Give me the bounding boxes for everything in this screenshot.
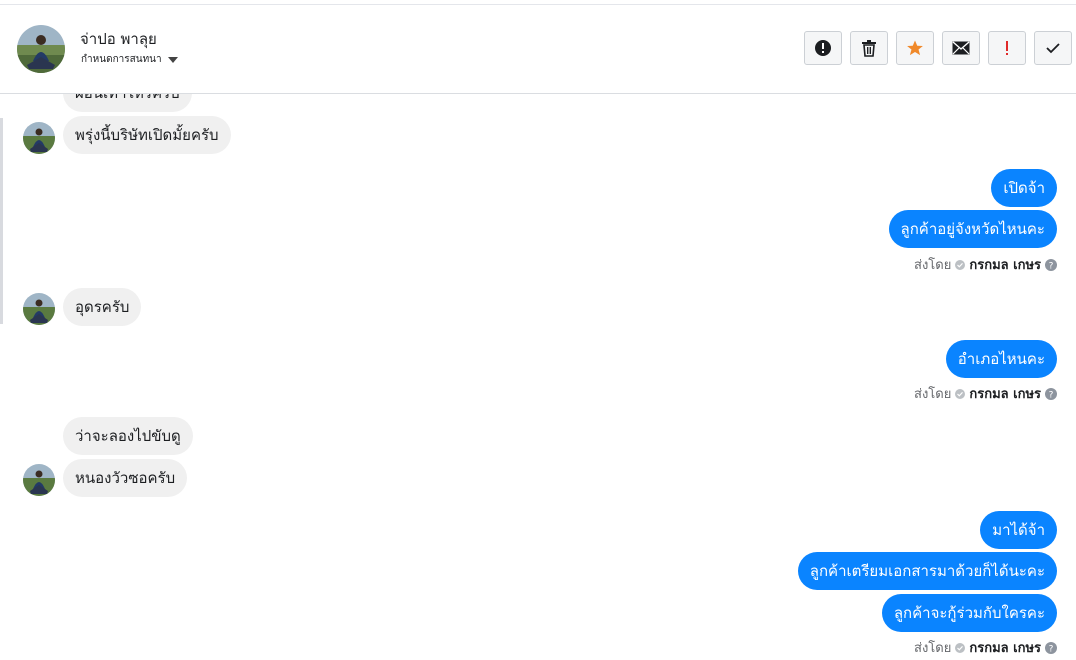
message-incoming: ว่าจะลองไปขับดู [63, 417, 193, 455]
message-bubble[interactable]: อำเภอไหนคะ [945, 340, 1057, 378]
message-outgoing: ลูกค้าเตรียมเอกสารมาด้วยก็ได้นะคะ [797, 552, 1057, 590]
important-button[interactable] [988, 31, 1026, 65]
message-bubble[interactable]: หนองวัวซอครับ [63, 459, 188, 497]
help-icon[interactable]: ? [1045, 258, 1057, 271]
contact-avatar[interactable] [23, 122, 55, 154]
svg-text:?: ? [1049, 644, 1054, 654]
message-bubble[interactable]: ลูกค้าจะกู้ร่วมกับใครคะ [881, 594, 1057, 632]
message-incoming: ผ่อนเท่าไหร่ครับ [63, 94, 192, 112]
message-outgoing: เปิดจ้า [991, 169, 1057, 207]
sent-by-label: ส่งโดย [914, 387, 952, 402]
message-incoming: อุดรครับ [63, 288, 142, 326]
exclamation-icon [1006, 41, 1008, 55]
star-icon [907, 40, 923, 56]
svg-text:?: ? [1049, 261, 1054, 271]
message-bubble[interactable]: ผ่อนเท่าไหร่ครับ [63, 94, 192, 112]
svg-text:?: ? [1049, 390, 1054, 400]
message-bubble[interactable]: ว่าจะลองไปขับดู [63, 417, 193, 455]
star-button[interactable] [896, 31, 934, 65]
message-outgoing: ลูกค้าอยู่จังหวัดไหนคะ [888, 210, 1057, 248]
message-bubble[interactable]: อุดรครับ [63, 288, 142, 326]
done-button[interactable] [1034, 31, 1072, 65]
message-bubble[interactable]: ลูกค้าอยู่จังหวัดไหนคะ [888, 210, 1057, 248]
envelope-icon [952, 41, 970, 55]
sent-by-meta: ส่งโดย กรกมล เกษร ? [914, 383, 1057, 404]
message-bubble[interactable]: พรุ่งนี้บริษัทเปิดมั้ยครับ [63, 116, 231, 154]
message-outgoing: มาได้จ้า [980, 511, 1057, 549]
trash-icon [862, 40, 876, 57]
contact-avatar[interactable] [17, 25, 65, 73]
contact-name: จ่าปอ พาลุย [80, 30, 157, 48]
verified-icon [955, 642, 966, 653]
help-icon[interactable]: ? [1045, 387, 1057, 400]
message-incoming: พรุ่งนี้บริษัทเปิดมั้ยครับ [63, 116, 231, 154]
message-bubble[interactable]: ลูกค้าเตรียมเอกสารมาด้วยก็ได้นะคะ [797, 552, 1057, 590]
help-icon[interactable]: ? [1045, 641, 1057, 654]
verified-icon [955, 259, 966, 270]
sent-by-label: ส่งโดย [914, 641, 952, 656]
message-thread[interactable]: ผ่อนเท่าไหร่ครับ พรุ่งนี้บริษัทเปิดมั้ยค… [0, 94, 1076, 660]
contact-avatar[interactable] [23, 464, 55, 496]
message-outgoing: ลูกค้าจะกู้ร่วมกับใครคะ [881, 594, 1057, 632]
agent-name: กรกมล เกษร [969, 641, 1041, 656]
agent-name: กรกมล เกษร [969, 387, 1041, 402]
sent-by-meta: ส่งโดย กรกมล เกษร ? [914, 254, 1057, 275]
conversation-label[interactable]: กำหนดการสนทนา [81, 52, 178, 67]
chevron-down-icon[interactable] [167, 56, 178, 63]
conversation-label-text: กำหนดการสนทนา [81, 54, 162, 65]
verified-icon [955, 388, 966, 399]
message-bubble[interactable]: เปิดจ้า [991, 169, 1057, 207]
sent-by-meta: ส่งโดย กรกมล เกษร ? [914, 637, 1057, 658]
report-button[interactable] [804, 31, 842, 65]
delete-button[interactable] [850, 31, 888, 65]
sent-by-label: ส่งโดย [914, 258, 952, 273]
check-icon [1046, 43, 1060, 54]
mark-unread-button[interactable] [942, 31, 980, 65]
contact-avatar[interactable] [23, 293, 55, 325]
alert-circle-icon [815, 40, 831, 56]
agent-name: กรกมล เกษร [969, 258, 1041, 273]
message-bubble[interactable]: มาได้จ้า [980, 511, 1057, 549]
message-incoming: หนองวัวซอครับ [63, 459, 188, 497]
conversation-header: จ่าปอ พาลุย กำหนดการสนทนา [0, 5, 1076, 94]
message-outgoing: อำเภอไหนคะ [945, 340, 1057, 378]
header-toolbar [804, 31, 1072, 65]
